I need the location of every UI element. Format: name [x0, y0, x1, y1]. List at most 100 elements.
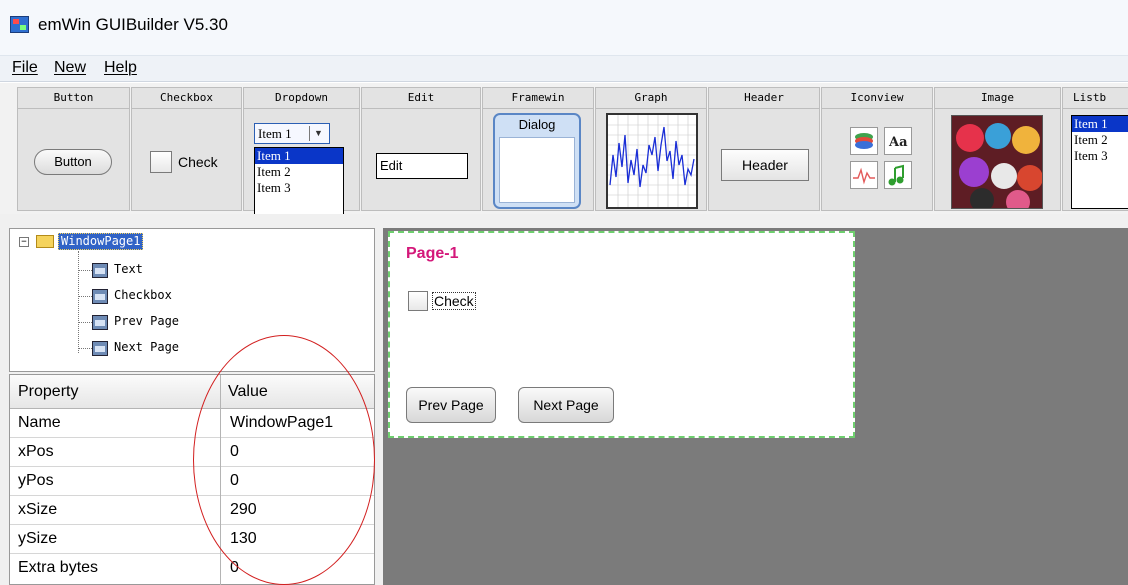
tool-label: Iconview	[850, 91, 904, 104]
tree-node-text[interactable]: Text	[114, 259, 143, 279]
tool-edit[interactable]: Edit Edit	[361, 87, 481, 211]
dropdown-selected: Item 1	[258, 126, 292, 141]
window-icon	[92, 315, 108, 330]
listbox-option: Item 2	[1074, 132, 1108, 147]
svg-text:Aa: Aa	[888, 135, 908, 150]
property-value[interactable]: 290	[230, 501, 257, 519]
property-value[interactable]: 0	[230, 472, 239, 490]
framewin-title: Dialog	[518, 117, 556, 132]
tool-framewin[interactable]: Framewin Dialog	[482, 87, 594, 211]
tool-label: Checkbox	[160, 91, 213, 104]
chevron-down-icon: ▼	[309, 126, 327, 141]
menu-help[interactable]: Help	[104, 59, 137, 77]
page-checkbox[interactable]	[408, 291, 428, 311]
font-icon: Aa	[884, 127, 912, 155]
property-value[interactable]: WindowPage1	[230, 414, 333, 432]
property-row[interactable]: xPos 0	[10, 438, 374, 467]
tool-label: Header	[744, 91, 784, 104]
menu-bar: File New Help	[0, 56, 1128, 82]
property-grid-header: Property Value	[10, 375, 374, 409]
property-row[interactable]: Name WindowPage1	[10, 409, 374, 438]
property-row[interactable]: ySize 130	[10, 525, 374, 554]
property-name: xSize	[18, 501, 58, 518]
tree-node-checkbox[interactable]: Checkbox	[114, 285, 172, 305]
sample-image	[951, 115, 1043, 209]
tool-iconview[interactable]: Iconview Aa	[821, 87, 933, 211]
property-row[interactable]: Extra bytes 0	[10, 554, 374, 583]
tool-label: Edit	[407, 91, 435, 104]
framewin-client	[499, 137, 575, 203]
window-icon	[92, 341, 108, 356]
sample-dropdown-list: Item 1 Item 2 Item 3	[254, 147, 344, 215]
tool-graph[interactable]: Graph	[595, 87, 707, 211]
property-row[interactable]: xSize 290	[10, 496, 374, 525]
app-icon	[10, 16, 29, 33]
listbox-option: Item 1	[1072, 116, 1128, 132]
tool-label: Listb	[1073, 91, 1107, 104]
tool-label: Button	[53, 91, 94, 104]
window-title: emWin GUIBuilder V5.30	[38, 15, 228, 34]
stack-icon	[850, 127, 878, 155]
property-value[interactable]: 130	[230, 530, 257, 548]
property-grid: Property Value Name WindowPage1 xPos 0 y…	[9, 374, 375, 585]
column-header-value[interactable]: Value	[220, 375, 374, 409]
tree-connector	[78, 322, 92, 323]
tool-image[interactable]: Image	[934, 87, 1061, 211]
menu-new[interactable]: New	[54, 59, 86, 77]
window-icon	[92, 263, 108, 278]
tool-button[interactable]: Button Button	[17, 87, 130, 211]
property-value[interactable]: 0	[230, 559, 239, 577]
listbox-option: Item 3	[1074, 148, 1108, 163]
widget-tree: − WindowPage1 Text Checkbox Prev Page Ne…	[9, 228, 375, 372]
tool-label: Image	[980, 91, 1015, 104]
dropdown-option: Item 3	[257, 180, 291, 195]
graph-icon	[608, 115, 696, 207]
property-row[interactable]: yPos 0	[10, 467, 374, 496]
image-thumbnail-icon	[952, 116, 1042, 208]
tool-checkbox[interactable]: Checkbox Check	[131, 87, 242, 211]
tree-node-next-page[interactable]: Next Page	[114, 337, 179, 357]
tool-dropdown[interactable]: Dropdown Item 1 ▼ Item 1 Item 2 Item 3	[243, 87, 360, 215]
property-name: Name	[18, 414, 61, 431]
column-divider[interactable]	[220, 375, 221, 585]
column-header-property[interactable]: Property	[10, 375, 220, 409]
sample-checkbox-label: Check	[178, 154, 218, 170]
sample-dropdown: Item 1 ▼	[254, 123, 330, 144]
tree-node-prev-page[interactable]: Prev Page	[114, 311, 179, 331]
property-value[interactable]: 0	[230, 443, 239, 461]
property-name: xPos	[18, 443, 54, 460]
dropdown-option: Item 1	[255, 148, 343, 164]
prev-page-button[interactable]: Prev Page	[406, 387, 496, 423]
tree-root[interactable]: WindowPage1	[58, 233, 144, 250]
tool-label: Graph	[634, 91, 668, 104]
waveform-icon	[850, 161, 878, 189]
window-page-preview[interactable]: Page-1 Check Prev Page Next Page	[388, 231, 855, 438]
tool-label: Framewin	[511, 91, 565, 104]
design-canvas[interactable]: Page-1 Check Prev Page Next Page	[383, 228, 1128, 585]
tool-header[interactable]: Header Header	[708, 87, 820, 211]
tree-connector	[78, 251, 79, 353]
music-note-icon	[884, 161, 912, 189]
main-area: − WindowPage1 Text Checkbox Prev Page Ne…	[0, 214, 1128, 585]
property-name: yPos	[18, 472, 54, 489]
page-checkbox-label[interactable]: Check	[432, 292, 476, 310]
window-icon	[92, 289, 108, 304]
tool-listbox[interactable]: Listb Item 1 Item 2 Item 3	[1062, 87, 1128, 211]
tool-label: Dropdown	[275, 91, 328, 104]
sample-listbox: Item 1 Item 2 Item 3	[1071, 115, 1128, 209]
collapse-icon[interactable]: −	[19, 237, 29, 247]
sample-header: Header	[721, 149, 809, 181]
title-bar: emWin GUIBuilder V5.30	[0, 0, 1128, 56]
dropdown-option: Item 2	[257, 164, 291, 179]
sample-button: Button	[34, 149, 112, 175]
widget-toolbar: Button Button Checkbox Check Dropdown It…	[0, 83, 1128, 215]
page-title[interactable]: Page-1	[406, 245, 458, 263]
sample-graph	[606, 113, 698, 209]
sample-edit: Edit	[376, 153, 468, 179]
folder-icon	[36, 235, 54, 248]
next-page-button[interactable]: Next Page	[518, 387, 614, 423]
tree-connector	[78, 296, 92, 297]
tree-connector	[78, 348, 92, 349]
menu-file[interactable]: File	[12, 59, 38, 77]
sample-checkbox	[150, 151, 172, 173]
